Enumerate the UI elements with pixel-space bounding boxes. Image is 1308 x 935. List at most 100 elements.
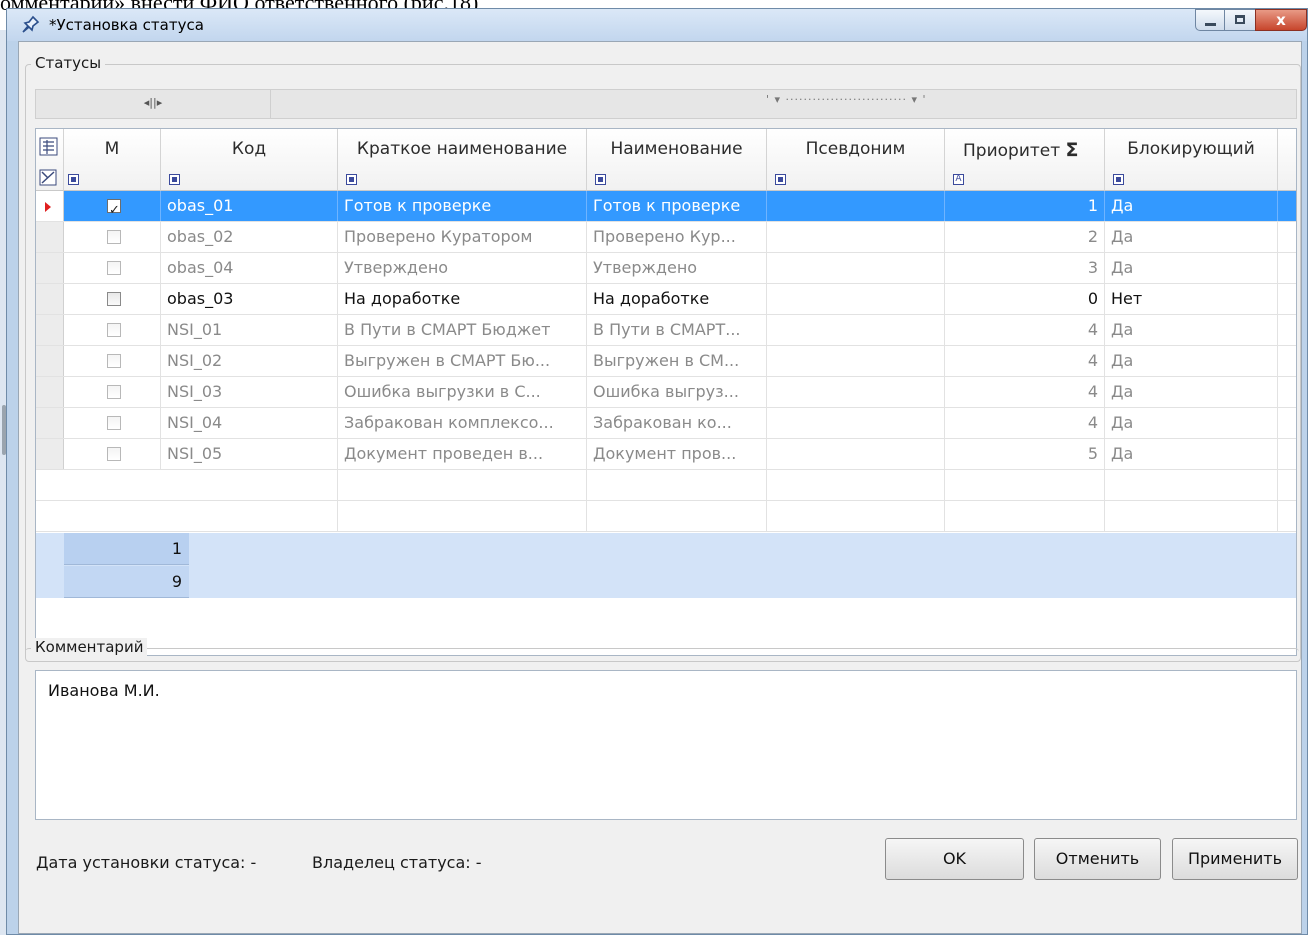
row-header[interactable] (36, 408, 64, 438)
cell-priority[interactable]: 4 (945, 377, 1105, 407)
cell-alias[interactable] (767, 222, 945, 252)
cell-short[interactable]: Проверено Куратором (338, 222, 587, 252)
mark-checkbox[interactable] (107, 261, 121, 275)
cell-short[interactable]: Утверждено (338, 253, 587, 283)
table-row[interactable]: NSI_05 Документ проведен в... Документ про… (36, 439, 1296, 470)
cell-code[interactable]: obas_01 (161, 191, 338, 221)
cell-code[interactable]: obas_04 (161, 253, 338, 283)
column-resize-handle[interactable]: ◂||▸ (36, 90, 271, 118)
cell-code[interactable]: NSI_04 (161, 408, 338, 438)
table-row[interactable]: obas_03 На доработке На доработке 0 Нет (36, 284, 1296, 315)
cell-priority[interactable]: 1 (945, 191, 1105, 221)
cell-code[interactable]: NSI_05 (161, 439, 338, 469)
cell-alias[interactable] (767, 377, 945, 407)
cell-blocking[interactable]: Да (1105, 346, 1278, 376)
mark-checkbox[interactable] (107, 323, 121, 337)
cell-blocking[interactable]: Да (1105, 222, 1278, 252)
cell-priority[interactable]: 3 (945, 253, 1105, 283)
mark-checkbox[interactable] (107, 385, 121, 399)
mark-checkbox[interactable] (107, 230, 121, 244)
cell-priority[interactable]: 4 (945, 315, 1105, 345)
row-header[interactable] (36, 439, 64, 469)
cell-alias[interactable] (767, 315, 945, 345)
cell-short[interactable]: Выгружен в СМАРТ Бю... (338, 346, 587, 376)
cell-name[interactable]: В Пути в СМАРТ... (587, 315, 767, 345)
row-header[interactable] (36, 191, 64, 221)
cell-alias[interactable] (767, 439, 945, 469)
cell-name[interactable]: Утверждено (587, 253, 767, 283)
cell-name[interactable]: Проверено Кур... (587, 222, 767, 252)
clear-filter-icon[interactable] (39, 169, 59, 187)
row-header[interactable] (36, 253, 64, 283)
cell-name[interactable]: Готов к проверке (587, 191, 767, 221)
cell-blocking[interactable]: Да (1105, 191, 1278, 221)
close-button[interactable]: x (1255, 9, 1307, 31)
cell-short[interactable]: В Пути в СМАРТ Бюджет (338, 315, 587, 345)
filter-icon[interactable] (595, 174, 606, 185)
cell-alias[interactable] (767, 253, 945, 283)
cell-name[interactable]: Выгружен в СМ... (587, 346, 767, 376)
column-header-code[interactable]: Код (161, 129, 338, 191)
row-header[interactable] (36, 346, 64, 376)
apply-button[interactable]: Применить (1172, 838, 1298, 880)
table-row[interactable]: NSI_02 Выгружен в СМАРТ Бю... Выгружен в С… (36, 346, 1296, 377)
cell-name[interactable]: Ошибка выгруз... (587, 377, 767, 407)
cell-priority[interactable]: 4 (945, 346, 1105, 376)
cell-blocking[interactable]: Да (1105, 439, 1278, 469)
cell-priority[interactable]: 0 (945, 284, 1105, 314)
cell-code[interactable]: NSI_01 (161, 315, 338, 345)
band-resize-handle[interactable]: ' ▾ ··························· ▾ ' (766, 93, 927, 106)
column-header-blocking[interactable]: Блокирующий (1105, 129, 1278, 191)
cell-blocking[interactable]: Да (1105, 315, 1278, 345)
column-header-m[interactable]: М (64, 129, 161, 191)
grouping-strip[interactable]: ◂||▸ ' ▾ ··························· ▾ ' (35, 89, 1297, 119)
cancel-button[interactable]: Отменить (1034, 838, 1161, 880)
table-row[interactable]: NSI_03 Ошибка выгрузки в С... Ошибка выгру… (36, 377, 1296, 408)
cell-name[interactable]: На доработке (587, 284, 767, 314)
row-header[interactable] (36, 284, 64, 314)
table-row[interactable]: obas_01Готов к проверкеГотов к проверке1… (36, 191, 1296, 222)
table-row[interactable]: obas_02 Проверено Куратором Проверено Кур.… (36, 222, 1296, 253)
comment-textarea[interactable]: Иванова М.И. (35, 670, 1297, 820)
ok-button[interactable]: OK (885, 838, 1024, 880)
cell-blocking[interactable]: Нет (1105, 284, 1278, 314)
mark-checkbox[interactable] (107, 416, 121, 430)
column-chooser-icon[interactable] (39, 137, 59, 157)
cell-code[interactable]: NSI_02 (161, 346, 338, 376)
mark-checkbox[interactable] (107, 292, 121, 306)
cell-name[interactable]: Документ пров... (587, 439, 767, 469)
cell-priority[interactable]: 4 (945, 408, 1105, 438)
filter-icon[interactable] (169, 174, 180, 185)
cell-blocking[interactable]: Да (1105, 377, 1278, 407)
row-header[interactable] (36, 377, 64, 407)
filter-icon[interactable] (346, 174, 357, 185)
cell-short[interactable]: На доработке (338, 284, 587, 314)
filter-icon[interactable] (68, 174, 79, 185)
cell-short[interactable]: Ошибка выгрузки в С... (338, 377, 587, 407)
filter-icon[interactable] (775, 174, 786, 185)
cell-code[interactable]: obas_03 (161, 284, 338, 314)
column-header-name[interactable]: Наименование (587, 129, 767, 191)
cell-blocking[interactable]: Да (1105, 408, 1278, 438)
row-header[interactable] (36, 315, 64, 345)
cell-short[interactable]: Готов к проверке (338, 191, 587, 221)
maximize-button[interactable] (1224, 9, 1256, 31)
filter-icon[interactable] (1113, 174, 1124, 185)
text-filter-icon[interactable]: A (953, 174, 964, 185)
table-row[interactable]: NSI_01 В Пути в СМАРТ Бюджет В Пути в СМАР… (36, 315, 1296, 346)
grid-corner[interactable] (36, 129, 64, 191)
cell-short[interactable]: Забракован комплексо... (338, 408, 587, 438)
cell-short[interactable]: Документ проведен в... (338, 439, 587, 469)
column-header-short-name[interactable]: Краткое наименование (338, 129, 587, 191)
row-header[interactable] (36, 222, 64, 252)
mark-checkbox[interactable] (107, 447, 121, 461)
cell-blocking[interactable]: Да (1105, 253, 1278, 283)
cell-alias[interactable] (767, 191, 945, 221)
cell-priority[interactable]: 2 (945, 222, 1105, 252)
cell-code[interactable]: NSI_03 (161, 377, 338, 407)
mark-checkbox[interactable] (107, 354, 121, 368)
table-row[interactable]: obas_04 Утверждено Утверждено 3 Да (36, 253, 1296, 284)
mark-checkbox[interactable] (107, 196, 121, 221)
column-header-alias[interactable]: Псевдоним (767, 129, 945, 191)
title-bar[interactable]: *Установка статуса x (7, 9, 1307, 41)
